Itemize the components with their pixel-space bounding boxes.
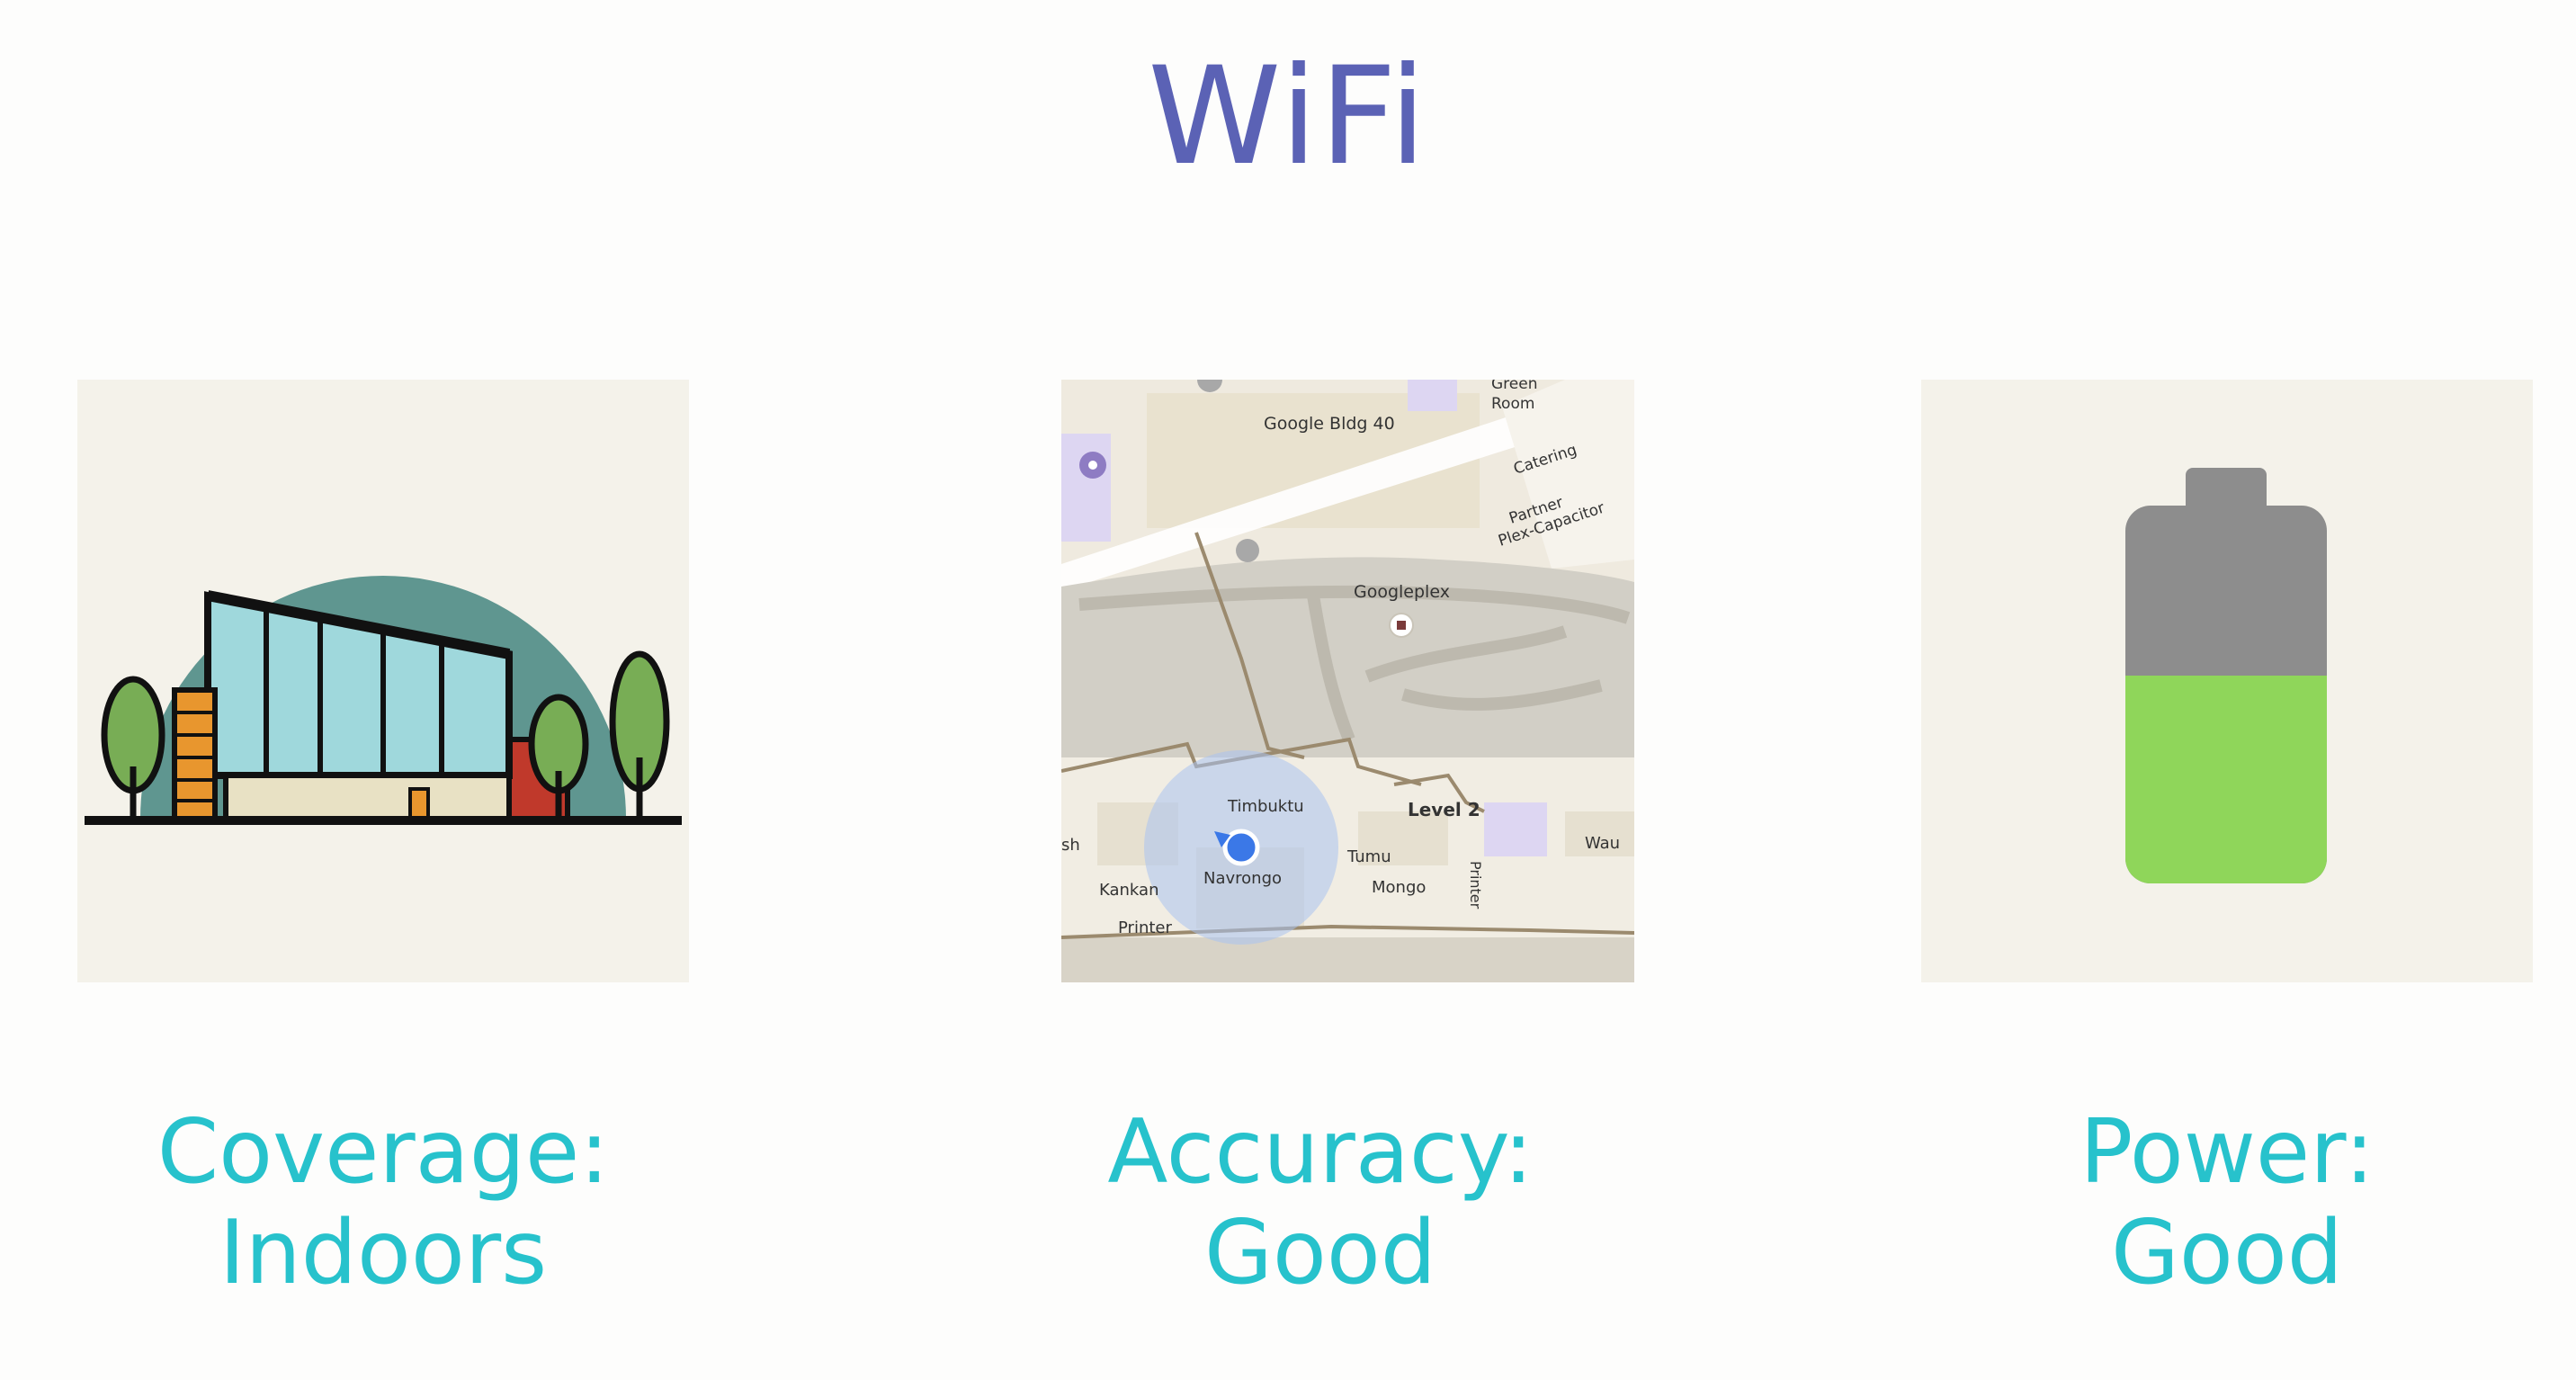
map-label-sh: sh xyxy=(1061,836,1080,855)
map-label-wau: Wau xyxy=(1585,834,1620,853)
map-label-mongo: Mongo xyxy=(1372,878,1426,897)
power-label: Power: xyxy=(2080,1101,2375,1204)
map-label-level: Level 2 xyxy=(1408,799,1480,820)
map-label-green-room-1: Green xyxy=(1491,380,1537,393)
map-label-printer-1: Printer xyxy=(1118,919,1172,937)
map-label-tumu: Tumu xyxy=(1346,847,1391,866)
slide: WiFi Google Bldg 40 Green Room Catering … xyxy=(0,0,2576,1380)
map-label-building: Google Bldg 40 xyxy=(1264,414,1395,434)
power-caption: Power: Good xyxy=(1912,1102,2542,1304)
building-illustration xyxy=(77,380,689,982)
accuracy-caption: Accuracy: Good xyxy=(1006,1102,1635,1304)
indoor-map: Google Bldg 40 Green Room Catering Partn… xyxy=(1061,380,1634,982)
coverage-caption: Coverage: Indoors xyxy=(68,1102,698,1304)
slide-title: WiFi xyxy=(1148,39,1428,195)
coverage-value: Indoors xyxy=(219,1202,548,1304)
map-label-kankan: Kankan xyxy=(1099,881,1158,900)
battery-illustration xyxy=(1921,380,2533,982)
map-label-googleplex: Googleplex xyxy=(1354,582,1450,602)
accuracy-label: Accuracy: xyxy=(1107,1101,1534,1204)
power-value: Good xyxy=(2110,1202,2344,1304)
coverage-label: Coverage: xyxy=(157,1101,610,1204)
map-label-green-room-2: Room xyxy=(1491,395,1534,413)
building-icon xyxy=(77,380,689,982)
battery-icon xyxy=(1921,380,2533,982)
accuracy-value: Good xyxy=(1203,1202,1437,1304)
map-label-printer-2: Printer xyxy=(1467,861,1484,910)
map-label-navrongo: Navrongo xyxy=(1203,869,1282,888)
map-illustration: Google Bldg 40 Green Room Catering Partn… xyxy=(1061,380,1634,982)
battery-charge-fill-top xyxy=(2125,676,2327,712)
map-label-timbuktu: Timbuktu xyxy=(1227,797,1304,816)
